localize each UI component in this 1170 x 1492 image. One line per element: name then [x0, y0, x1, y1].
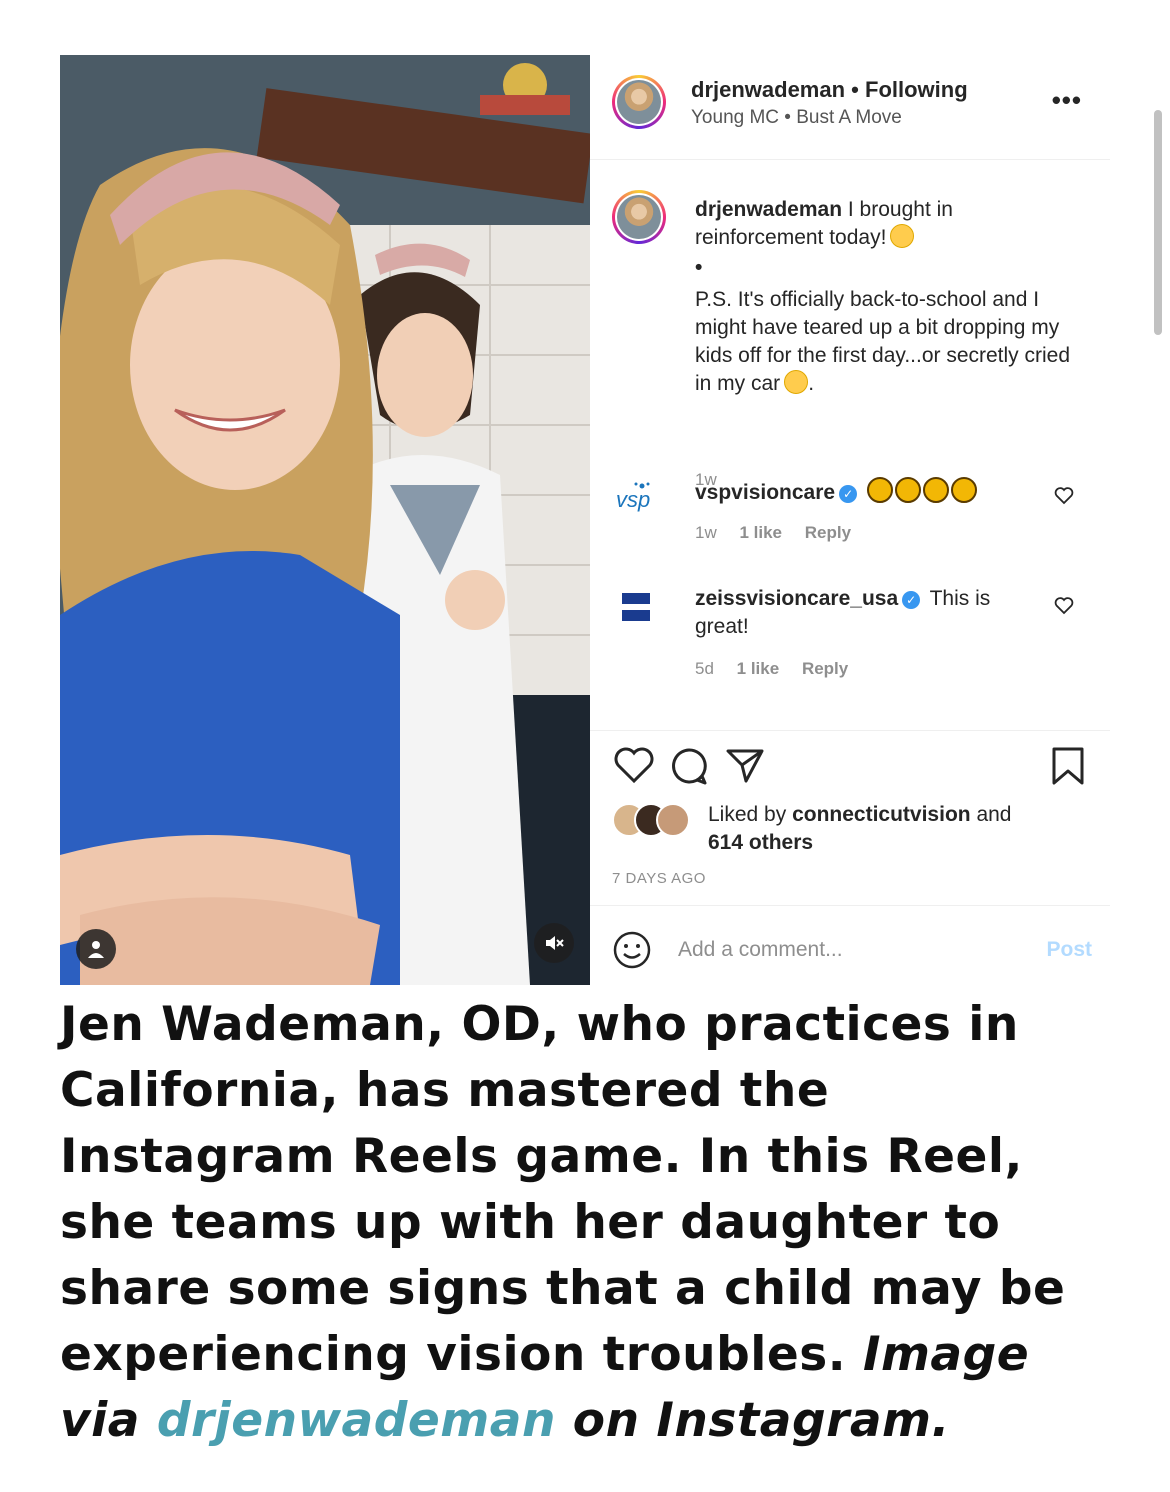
- separator-dot: •: [851, 77, 859, 102]
- verified-icon: ✓: [902, 591, 921, 609]
- comment-username[interactable]: zeissvisioncare_usa: [695, 587, 898, 610]
- liked-by-user[interactable]: connecticutvision: [792, 803, 971, 826]
- zeiss-logo-icon: [622, 593, 650, 621]
- image-credit-suffix: on Instagram.: [572, 1393, 950, 1448]
- following-button[interactable]: Following: [865, 77, 968, 102]
- liker-avatars[interactable]: [612, 803, 692, 837]
- vsp-logo-icon: vsp: [616, 482, 650, 512]
- share-icon[interactable]: [724, 745, 766, 787]
- svg-text:vsp: vsp: [616, 487, 650, 512]
- post-header: drjenwademan • Following Young MC • Bust…: [590, 55, 1110, 160]
- post-date[interactable]: 7 DAYS AGO: [612, 870, 706, 887]
- audio-track-link[interactable]: Young MC • Bust A Move: [691, 107, 902, 129]
- comment-composer: Add a comment... Post: [590, 905, 1110, 986]
- tagged-users-button[interactable]: [76, 929, 116, 969]
- zeiss-avatar[interactable]: [612, 583, 660, 631]
- post-comment-button[interactable]: Post: [1046, 938, 1092, 962]
- verified-icon: ✓: [839, 485, 858, 503]
- clap-emoji-icon: [894, 477, 921, 503]
- reply-button[interactable]: Reply: [802, 659, 848, 678]
- bookmark-icon[interactable]: [1048, 745, 1088, 787]
- liked-by-prefix: Liked by: [708, 803, 787, 826]
- mute-button[interactable]: [534, 923, 574, 963]
- reply-button[interactable]: Reply: [805, 523, 851, 542]
- liked-by-others[interactable]: 614 others: [708, 831, 813, 854]
- comment-time: 1w: [695, 523, 717, 542]
- clap-emoji-icon: [922, 477, 949, 503]
- comment-icon[interactable]: [668, 745, 710, 787]
- smiley-icon[interactable]: [612, 930, 652, 970]
- more-options-icon[interactable]: •••: [1052, 85, 1082, 116]
- caption-bullet: •: [695, 256, 703, 279]
- comment-time: 5d: [695, 659, 714, 678]
- vsp-avatar[interactable]: vsp: [612, 473, 660, 521]
- image-credit-link[interactable]: drjenwademan: [157, 1393, 556, 1448]
- caption-body: Jen Wademan, OD, who practices in Califo…: [60, 997, 1066, 1382]
- comments-scrollbar[interactable]: [1154, 110, 1162, 335]
- caption-username[interactable]: drjenwademan: [695, 198, 842, 221]
- crying-face-emoji-icon: [784, 370, 809, 394]
- liked-by-suffix: and: [976, 803, 1012, 826]
- article-caption: Jen Wademan, OD, who practices in Califo…: [60, 992, 1120, 1454]
- caption-ps-text: P.S. It's officially back-to-school and …: [695, 288, 1071, 395]
- author-avatar[interactable]: [612, 75, 666, 129]
- instagram-post: drjenwademan • Following Young MC • Bust…: [60, 55, 1162, 986]
- post-sidebar: drjenwademan • Following Young MC • Bust…: [590, 55, 1162, 986]
- mute-icon: [546, 936, 564, 950]
- clap-emoji-icon: [866, 477, 893, 503]
- comment-likes[interactable]: 1 like: [737, 659, 780, 678]
- post-actions: [612, 745, 1092, 791]
- girl-face-emoji-icon: [890, 224, 915, 248]
- user-icon: [88, 941, 104, 958]
- comment-username[interactable]: vspvisioncare: [695, 481, 835, 504]
- add-comment-input[interactable]: Add a comment...: [678, 938, 843, 962]
- reel-media[interactable]: [60, 55, 590, 985]
- like-heart-icon[interactable]: [612, 745, 656, 785]
- comment-likes[interactable]: 1 like: [739, 523, 782, 542]
- heart-icon[interactable]: [1054, 487, 1074, 505]
- clap-emoji-icon: [950, 477, 977, 503]
- divider: [590, 730, 1110, 731]
- author-username[interactable]: drjenwademan: [691, 77, 845, 102]
- heart-icon[interactable]: [1054, 597, 1074, 615]
- caption-avatar[interactable]: [612, 190, 666, 244]
- reel-photo: [60, 55, 590, 985]
